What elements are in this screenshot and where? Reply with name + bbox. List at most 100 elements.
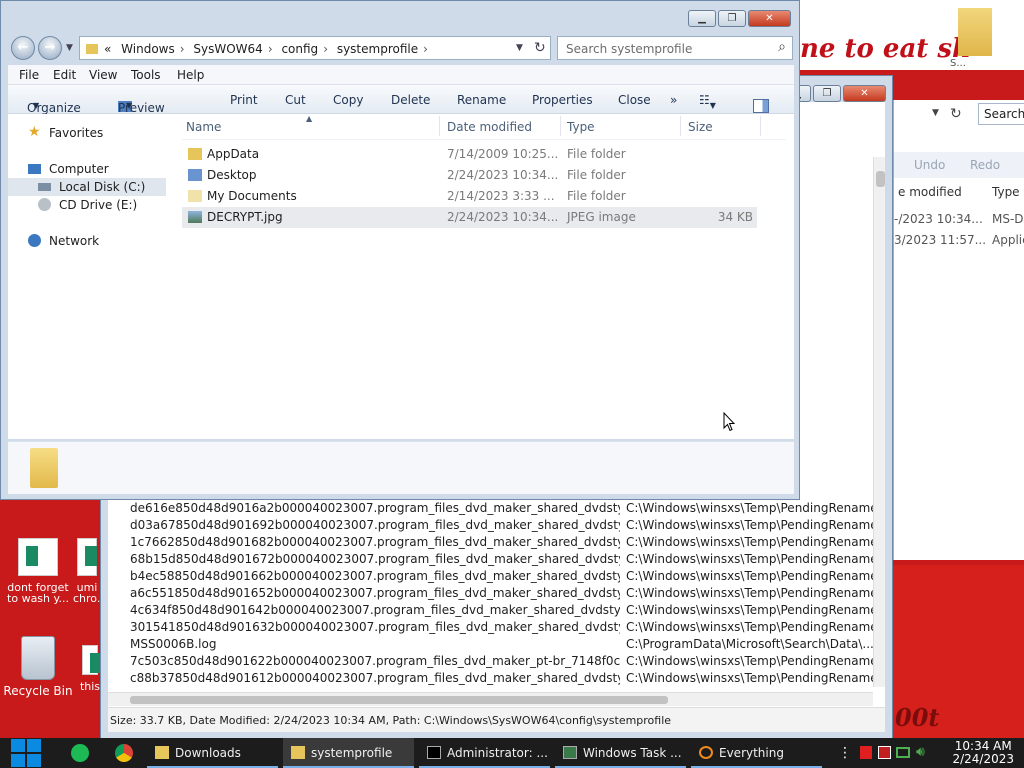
breadcrumb-windows[interactable]: Windows	[121, 42, 175, 56]
volume-icon[interactable]: 🔊︎	[916, 744, 925, 760]
network-icon[interactable]	[896, 747, 910, 758]
overflow-icon[interactable]: ⋮	[838, 745, 852, 761]
start-button[interactable]	[10, 738, 42, 768]
breadcrumb-syswow64[interactable]: SysWOW64	[193, 42, 262, 56]
user-folder-icon[interactable]	[958, 8, 992, 56]
column-date-modified[interactable]: Date modified	[447, 120, 532, 134]
search-input[interactable]: Search systemprofile ⌕	[557, 36, 793, 60]
list-item[interactable]: 4c634f850d48d901642b000040023007.program…	[108, 603, 876, 620]
view-options-icon[interactable]: ☷ ▼	[699, 93, 716, 110]
file-row[interactable]: My Documents 2/14/2023 3:33 ... File fol…	[182, 186, 757, 207]
dropdown-icon[interactable]: ▼	[932, 108, 939, 118]
chevron-right-icon[interactable]: ›	[423, 42, 428, 56]
nav-cd-drive[interactable]: CD Drive (E:)	[8, 196, 166, 214]
list-item[interactable]: d03a67850d48d901692b000040023007.program…	[108, 518, 876, 535]
list-item[interactable]: c88b37850d48d901612b000040023007.program…	[108, 671, 876, 688]
address-bar[interactable]: « Windows › SysWOW64 › config › systemprofi…	[79, 36, 551, 60]
desktop-icon-this[interactable]: this	[78, 645, 102, 692]
more-commands-button[interactable]: »	[670, 93, 677, 107]
recent-pages-icon[interactable]: ▼	[66, 43, 73, 53]
nav-computer[interactable]: Computer	[8, 160, 166, 178]
menu-file[interactable]: File	[19, 68, 39, 82]
chevron-right-icon[interactable]: ›	[180, 42, 185, 56]
breadcrumb-systemprofile[interactable]: systemprofile	[337, 42, 418, 56]
undo-button[interactable]: Undo	[914, 158, 945, 172]
list-item[interactable]: MSS0006B.log C:\ProgramData\Microsoft\Sea…	[108, 637, 876, 654]
list-item[interactable]: 68b15d850d48d901672b000040023007.program…	[108, 552, 876, 569]
desktop-icon-umi[interactable]: umi chro...	[73, 538, 101, 604]
table-row[interactable]: 3/2023 11:57... Applic	[894, 233, 1024, 251]
menu-help[interactable]: Help	[177, 68, 204, 82]
maximize-button[interactable]: ❐	[813, 85, 841, 102]
column-size[interactable]: Size	[688, 120, 713, 134]
list-item[interactable]: 7c503c850d48d901622b000040023007.program…	[108, 654, 876, 671]
close-command-button[interactable]: Close	[618, 93, 651, 107]
chevron-right-icon[interactable]: ›	[268, 42, 273, 56]
back-button[interactable]: ←	[11, 36, 35, 60]
flag-icon[interactable]	[860, 746, 872, 759]
column-type[interactable]: Type	[992, 185, 1020, 199]
desktop-icon-note[interactable]: dont forget to wash y...	[3, 538, 73, 604]
taskbar-item-everything[interactable]: Everything	[691, 738, 822, 768]
explorer-window[interactable]: ▁ ❐ ✕ ← → ▼ « Windows › SysWOW64 › config ›…	[0, 0, 800, 500]
refresh-icon[interactable]: ↻	[950, 106, 962, 122]
scroll-thumb[interactable]	[876, 171, 885, 187]
copy-button[interactable]: Copy	[333, 93, 363, 107]
search-icon[interactable]: ⌕	[778, 39, 786, 55]
nav-network[interactable]: Network	[8, 232, 166, 250]
close-button[interactable]: ✕	[748, 10, 791, 27]
close-button[interactable]: ✕	[843, 85, 886, 102]
file-row[interactable]: Desktop 2/24/2023 10:34... File folder	[182, 165, 757, 186]
file-row-selected[interactable]: DECRYPT.jpg 2/24/2023 10:34... JPEG imag…	[182, 207, 757, 228]
column-type[interactable]: Type	[567, 120, 595, 134]
file-row[interactable]: AppData 7/14/2009 10:25... File folder	[182, 144, 757, 165]
nav-local-disk[interactable]: Local Disk (C:)	[8, 178, 166, 196]
breadcrumb-config[interactable]: config	[281, 42, 318, 56]
delete-button[interactable]: Delete	[391, 93, 430, 107]
properties-button[interactable]: Properties	[532, 93, 593, 107]
maximize-button[interactable]: ❐	[718, 10, 746, 27]
cut-button[interactable]: Cut	[285, 93, 306, 107]
menu-view[interactable]: View	[89, 68, 117, 82]
list-item[interactable]: a6c551850d48d901652b000040023007.program…	[108, 586, 876, 603]
list-item[interactable]: de616e850d48d9016a2b000040023007.program…	[108, 501, 876, 518]
list-item[interactable]: b4ec58850d48d901662b000040023007.program…	[108, 569, 876, 586]
column-divider[interactable]	[680, 116, 681, 136]
table-row[interactable]: -/2023 10:34... MS-D	[894, 212, 1024, 230]
spotify-icon[interactable]	[71, 744, 89, 762]
desktop-icon-recycle-bin[interactable]: Recycle Bin	[3, 636, 73, 697]
chrome-icon[interactable]	[115, 744, 133, 762]
vertical-scrollbar[interactable]	[873, 157, 885, 687]
desktop-icon-label: Recycle Bin	[3, 684, 73, 698]
list-item[interactable]: 1c7662850d48d901682b000040023007.program…	[108, 535, 876, 552]
rename-button[interactable]: Rename	[457, 93, 506, 107]
background-explorer-window[interactable]: Search ↻ ▼ Undo Redo e modified Type -/2…	[893, 100, 1024, 560]
breadcrumb-overflow[interactable]: «	[104, 42, 111, 56]
search-box[interactable]: Search	[978, 103, 1024, 125]
redo-button[interactable]: Redo	[970, 158, 1000, 172]
list-item[interactable]: 301541850d48d901632b000040023007.program…	[108, 620, 876, 637]
scroll-thumb[interactable]	[130, 696, 668, 704]
horizontal-scrollbar[interactable]	[108, 692, 873, 706]
column-divider[interactable]	[560, 116, 561, 136]
refresh-icon[interactable]: ↻	[534, 40, 546, 56]
column-date-modified[interactable]: e modified	[898, 185, 962, 199]
dropdown-icon[interactable]: ▼	[516, 43, 523, 53]
taskbar-item-systemprofile[interactable]: systemprofile	[283, 738, 414, 768]
clock[interactable]: 10:34 AM 2/24/2023	[952, 740, 1014, 766]
chevron-right-icon[interactable]: ›	[323, 42, 328, 56]
file-name: My Documents	[207, 189, 297, 203]
menu-tools[interactable]: Tools	[131, 68, 161, 82]
taskbar-item-cmd[interactable]: Administrator: ...	[419, 738, 550, 768]
column-divider[interactable]	[439, 116, 440, 136]
menu-edit[interactable]: Edit	[53, 68, 76, 82]
forward-button[interactable]: →	[38, 36, 62, 60]
taskbar-item-downloads[interactable]: Downloads	[147, 738, 278, 768]
tray-app-icon[interactable]	[878, 746, 891, 759]
print-button[interactable]: Print	[230, 93, 258, 107]
minimize-button[interactable]: ▁	[688, 10, 716, 27]
nav-favorites[interactable]: ★ Favorites	[8, 124, 166, 142]
column-divider[interactable]	[760, 116, 761, 136]
column-name[interactable]: Name	[186, 120, 221, 134]
taskbar-item-task-manager[interactable]: Windows Task ...	[555, 738, 686, 768]
